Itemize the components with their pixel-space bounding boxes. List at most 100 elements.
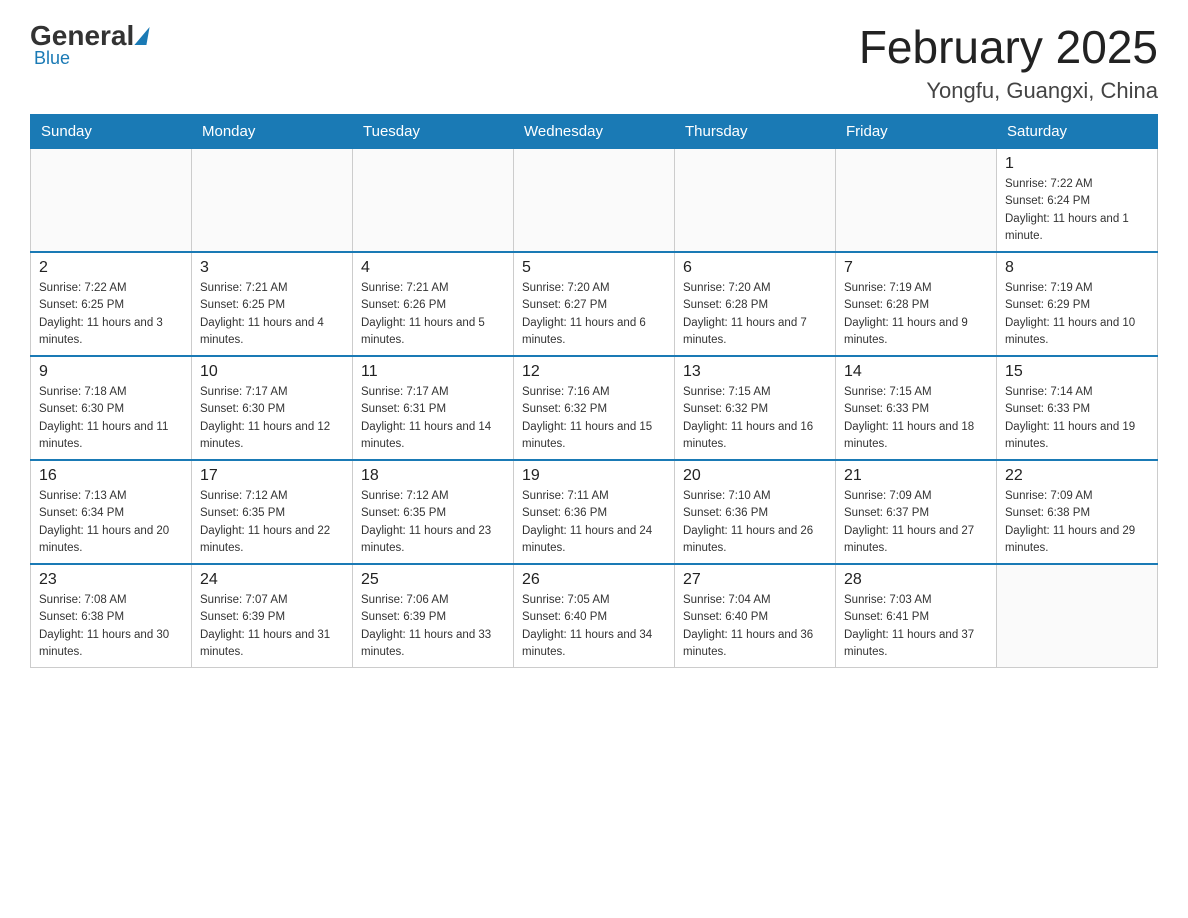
day-info: Sunrise: 7:12 AMSunset: 6:35 PMDaylight:… <box>361 488 505 557</box>
day-number: 16 <box>39 467 183 485</box>
day-info: Sunrise: 7:21 AMSunset: 6:25 PMDaylight:… <box>200 280 344 349</box>
day-info: Sunrise: 7:15 AMSunset: 6:32 PMDaylight:… <box>683 384 827 453</box>
calendar-cell: 5 Sunrise: 7:20 AMSunset: 6:27 PMDaylight… <box>514 252 675 356</box>
day-info: Sunrise: 7:07 AMSunset: 6:39 PMDaylight:… <box>200 592 344 661</box>
calendar-cell: 13 Sunrise: 7:15 AMSunset: 6:32 PMDayligh… <box>675 356 836 460</box>
day-info: Sunrise: 7:12 AMSunset: 6:35 PMDaylight:… <box>200 488 344 557</box>
day-info: Sunrise: 7:20 AMSunset: 6:27 PMDaylight:… <box>522 280 666 349</box>
calendar-cell: 15 Sunrise: 7:14 AMSunset: 6:33 PMDayligh… <box>997 356 1158 460</box>
day-number: 25 <box>361 571 505 589</box>
calendar-cell <box>31 149 192 253</box>
day-info: Sunrise: 7:17 AMSunset: 6:30 PMDaylight:… <box>200 384 344 453</box>
weekday-header-friday: Friday <box>836 115 997 149</box>
calendar-cell: 24 Sunrise: 7:07 AMSunset: 6:39 PMDayligh… <box>192 564 353 668</box>
day-info: Sunrise: 7:05 AMSunset: 6:40 PMDaylight:… <box>522 592 666 661</box>
day-number: 26 <box>522 571 666 589</box>
day-number: 8 <box>1005 259 1149 277</box>
calendar-row-2: 9 Sunrise: 7:18 AMSunset: 6:30 PMDaylight… <box>31 356 1158 460</box>
calendar-cell: 19 Sunrise: 7:11 AMSunset: 6:36 PMDayligh… <box>514 460 675 564</box>
calendar-cell: 27Sunrise: 7:04 AMSunset: 6:40 PMDayligh… <box>675 564 836 668</box>
calendar-cell: 1 Sunrise: 7:22 AMSunset: 6:24 PMDaylight… <box>997 149 1158 253</box>
calendar-cell: 12Sunrise: 7:16 AMSunset: 6:32 PMDayligh… <box>514 356 675 460</box>
day-number: 12 <box>522 363 666 381</box>
day-number: 9 <box>39 363 183 381</box>
calendar-row-3: 16 Sunrise: 7:13 AMSunset: 6:34 PMDayligh… <box>31 460 1158 564</box>
calendar-cell: 6 Sunrise: 7:20 AMSunset: 6:28 PMDaylight… <box>675 252 836 356</box>
calendar-cell: 21 Sunrise: 7:09 AMSunset: 6:37 PMDayligh… <box>836 460 997 564</box>
day-info: Sunrise: 7:03 AMSunset: 6:41 PMDaylight:… <box>844 592 988 661</box>
day-number: 23 <box>39 571 183 589</box>
calendar-cell: 11 Sunrise: 7:17 AMSunset: 6:31 PMDayligh… <box>353 356 514 460</box>
day-number: 11 <box>361 363 505 381</box>
day-number: 6 <box>683 259 827 277</box>
day-number: 5 <box>522 259 666 277</box>
calendar-cell: 25 Sunrise: 7:06 AMSunset: 6:39 PMDayligh… <box>353 564 514 668</box>
day-info: Sunrise: 7:21 AMSunset: 6:26 PMDaylight:… <box>361 280 505 349</box>
calendar-row-4: 23 Sunrise: 7:08 AMSunset: 6:38 PMDayligh… <box>31 564 1158 668</box>
day-number: 4 <box>361 259 505 277</box>
day-info: Sunrise: 7:14 AMSunset: 6:33 PMDaylight:… <box>1005 384 1149 453</box>
weekday-header-tuesday: Tuesday <box>353 115 514 149</box>
calendar-subtitle: Yongfu, Guangxi, China <box>859 78 1158 104</box>
calendar-cell: 22 Sunrise: 7:09 AMSunset: 6:38 PMDayligh… <box>997 460 1158 564</box>
calendar-row-0: 1 Sunrise: 7:22 AMSunset: 6:24 PMDaylight… <box>31 149 1158 253</box>
calendar-cell <box>675 149 836 253</box>
day-info: Sunrise: 7:09 AMSunset: 6:38 PMDaylight:… <box>1005 488 1149 557</box>
day-number: 15 <box>1005 363 1149 381</box>
calendar-table: SundayMondayTuesdayWednesdayThursdayFrid… <box>30 114 1158 668</box>
calendar-cell: 18 Sunrise: 7:12 AMSunset: 6:35 PMDayligh… <box>353 460 514 564</box>
day-number: 1 <box>1005 155 1149 173</box>
calendar-cell: 8 Sunrise: 7:19 AMSunset: 6:29 PMDaylight… <box>997 252 1158 356</box>
calendar-cell <box>997 564 1158 668</box>
calendar-cell: 10 Sunrise: 7:17 AMSunset: 6:30 PMDayligh… <box>192 356 353 460</box>
day-number: 20 <box>683 467 827 485</box>
day-number: 17 <box>200 467 344 485</box>
day-number: 14 <box>844 363 988 381</box>
calendar-cell: 9 Sunrise: 7:18 AMSunset: 6:30 PMDaylight… <box>31 356 192 460</box>
calendar-cell: 14 Sunrise: 7:15 AMSunset: 6:33 PMDayligh… <box>836 356 997 460</box>
title-area: February 2025 Yongfu, Guangxi, China <box>859 20 1158 104</box>
day-info: Sunrise: 7:22 AMSunset: 6:24 PMDaylight:… <box>1005 176 1149 245</box>
day-number: 24 <box>200 571 344 589</box>
day-info: Sunrise: 7:10 AMSunset: 6:36 PMDaylight:… <box>683 488 827 557</box>
day-number: 19 <box>522 467 666 485</box>
day-number: 21 <box>844 467 988 485</box>
day-number: 22 <box>1005 467 1149 485</box>
day-info: Sunrise: 7:22 AMSunset: 6:25 PMDaylight:… <box>39 280 183 349</box>
day-info: Sunrise: 7:06 AMSunset: 6:39 PMDaylight:… <box>361 592 505 661</box>
day-info: Sunrise: 7:19 AMSunset: 6:28 PMDaylight:… <box>844 280 988 349</box>
day-info: Sunrise: 7:11 AMSunset: 6:36 PMDaylight:… <box>522 488 666 557</box>
logo: General Blue <box>30 20 150 69</box>
calendar-cell: 4 Sunrise: 7:21 AMSunset: 6:26 PMDaylight… <box>353 252 514 356</box>
day-info: Sunrise: 7:20 AMSunset: 6:28 PMDaylight:… <box>683 280 827 349</box>
day-info: Sunrise: 7:13 AMSunset: 6:34 PMDaylight:… <box>39 488 183 557</box>
calendar-title: February 2025 <box>859 20 1158 74</box>
day-info: Sunrise: 7:17 AMSunset: 6:31 PMDaylight:… <box>361 384 505 453</box>
day-number: 3 <box>200 259 344 277</box>
logo-blue-text: Blue <box>34 48 70 69</box>
day-number: 13 <box>683 363 827 381</box>
day-number: 10 <box>200 363 344 381</box>
calendar-cell: 2Sunrise: 7:22 AMSunset: 6:25 PMDaylight… <box>31 252 192 356</box>
day-info: Sunrise: 7:18 AMSunset: 6:30 PMDaylight:… <box>39 384 183 453</box>
weekday-header-row: SundayMondayTuesdayWednesdayThursdayFrid… <box>31 115 1158 149</box>
calendar-cell: 16 Sunrise: 7:13 AMSunset: 6:34 PMDayligh… <box>31 460 192 564</box>
weekday-header-sunday: Sunday <box>31 115 192 149</box>
day-info: Sunrise: 7:09 AMSunset: 6:37 PMDaylight:… <box>844 488 988 557</box>
day-info: Sunrise: 7:19 AMSunset: 6:29 PMDaylight:… <box>1005 280 1149 349</box>
day-info: Sunrise: 7:15 AMSunset: 6:33 PMDaylight:… <box>844 384 988 453</box>
calendar-cell <box>836 149 997 253</box>
weekday-header-saturday: Saturday <box>997 115 1158 149</box>
calendar-cell: 17 Sunrise: 7:12 AMSunset: 6:35 PMDayligh… <box>192 460 353 564</box>
day-number: 18 <box>361 467 505 485</box>
calendar-cell: 28 Sunrise: 7:03 AMSunset: 6:41 PMDayligh… <box>836 564 997 668</box>
page-header: General Blue February 2025 Yongfu, Guang… <box>30 20 1158 104</box>
calendar-cell: 20 Sunrise: 7:10 AMSunset: 6:36 PMDayligh… <box>675 460 836 564</box>
weekday-header-monday: Monday <box>192 115 353 149</box>
day-number: 28 <box>844 571 988 589</box>
weekday-header-thursday: Thursday <box>675 115 836 149</box>
day-info: Sunrise: 7:04 AMSunset: 6:40 PMDaylight:… <box>683 592 827 661</box>
day-info: Sunrise: 7:08 AMSunset: 6:38 PMDaylight:… <box>39 592 183 661</box>
calendar-cell: 7Sunrise: 7:19 AMSunset: 6:28 PMDaylight… <box>836 252 997 356</box>
calendar-cell <box>353 149 514 253</box>
